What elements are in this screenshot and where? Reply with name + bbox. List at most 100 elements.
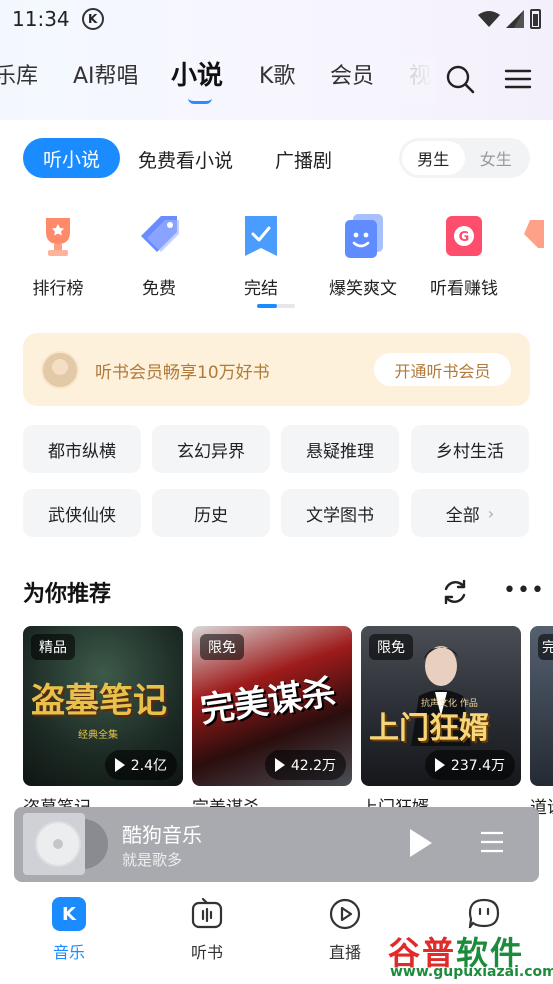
status-indicators [478, 9, 541, 29]
open-vip-button[interactable]: 开通听书会员 [374, 353, 511, 386]
genre-chip[interactable]: 武侠仙侠 [23, 489, 141, 537]
book-tag: 完 [538, 634, 553, 660]
bookmark-check-icon [245, 216, 277, 256]
genre-chip[interactable]: 历史 [152, 489, 270, 537]
novel-sub-tabs: 听小说 免费看小说 广播剧 男生 女生 [0, 136, 553, 180]
status-time: 11:34 [12, 7, 70, 31]
genre-chip[interactable]: 文学图书 [281, 489, 399, 537]
tab-karaoke[interactable]: K歌 [259, 58, 295, 90]
nav-label: 直播 [328, 943, 361, 962]
play-icon [274, 758, 285, 772]
cover-title: 盗墓笔记 [31, 681, 167, 721]
nav-music[interactable]: K 音乐 [29, 897, 109, 963]
signal-icon [506, 10, 524, 28]
vip-banner-text: 听书会员畅享10万好书 [95, 363, 270, 383]
category-label: 完结 [244, 279, 278, 299]
category-ranking[interactable]: 排行榜 [13, 212, 103, 299]
book-tag: 精品 [31, 634, 75, 660]
tab-fade [395, 58, 435, 104]
radio-book-icon [191, 897, 223, 929]
chat-bubble-icon [468, 898, 500, 931]
kugou-status-icon: K [81, 8, 104, 30]
book-card[interactable]: 精品 盗墓笔记 经典全集 2.4亿 [23, 626, 183, 786]
trophy-icon [46, 218, 70, 256]
play-count-value: 2.4亿 [130, 758, 167, 774]
tab-ai-sing[interactable]: AI帮唱 [73, 58, 139, 90]
gender-female-option[interactable]: 女生 [465, 141, 528, 175]
category-funny[interactable]: 爆笑爽文 [318, 212, 408, 299]
battery-icon [530, 9, 541, 29]
gender-male-option[interactable]: 男生 [402, 141, 465, 175]
cover-subtitle: 经典全集 [78, 730, 118, 741]
section-title: 为你推荐 [23, 582, 112, 607]
tab-library[interactable]: 乐库 [0, 58, 38, 90]
menu-icon[interactable] [503, 64, 533, 94]
player-title: 酷狗音乐 [122, 823, 202, 847]
album-cover [23, 813, 85, 875]
play-count: 42.2万 [264, 750, 346, 780]
tab-novel[interactable]: 小说 [171, 55, 223, 92]
genre-chip[interactable]: 都市纵横 [23, 425, 141, 473]
book-card[interactable]: 限免 完美谋杀 42.2万 [192, 626, 352, 786]
category-label: 排行榜 [32, 279, 84, 299]
refresh-icon[interactable] [441, 578, 469, 606]
genre-all-label: 全部 [445, 505, 480, 526]
play-count: 2.4亿 [104, 750, 177, 780]
site-watermark: 谷普软件园 www.gupuxiazai.com [388, 928, 553, 984]
smile-card-icon [345, 214, 383, 258]
coin-card-icon: G [446, 216, 482, 256]
nav-label: 听书 [190, 943, 223, 962]
wifi-icon [478, 11, 500, 27]
subtab-listen-novel[interactable]: 听小说 [23, 138, 120, 178]
book-card[interactable]: 限免 抗声文化 作品 上门狂婿 237.4万 [361, 626, 521, 786]
play-icon [114, 758, 125, 772]
nav-audiobook[interactable]: 听书 [167, 897, 247, 963]
genre-chip[interactable]: 悬疑推理 [281, 425, 399, 473]
cover-subtitle: 抗声文化 作品 [421, 699, 478, 709]
nav-label: 音乐 [52, 943, 85, 962]
category-scroll-indicator [257, 304, 295, 308]
search-icon[interactable] [445, 64, 475, 94]
play-count: 237.4万 [424, 750, 515, 780]
category-label: 免费 [142, 279, 176, 299]
tab-vip[interactable]: 会员 [330, 58, 374, 90]
vip-banner[interactable]: 听书会员畅享10万好书 开通听书会员 [23, 333, 530, 406]
subtab-radio-drama[interactable]: 广播剧 [275, 146, 332, 173]
book-tag: 限免 [369, 634, 413, 660]
disc-hole [53, 839, 63, 849]
book-tag: 限免 [200, 634, 244, 660]
chevron-right-icon: › [487, 503, 495, 523]
category-label: 爆笑爽文 [329, 279, 397, 299]
music-k-icon: K [52, 897, 86, 931]
nav-live[interactable]: 直播 [305, 897, 385, 963]
play-count-value: 42.2万 [290, 758, 336, 774]
play-button[interactable] [410, 829, 432, 857]
subtab-free-read[interactable]: 免费看小说 [138, 146, 233, 173]
tag-icon [141, 216, 179, 252]
svg-text:G: G [459, 230, 470, 245]
book-carousel: 精品 盗墓笔记 经典全集 2.4亿 盗墓笔记 限免 完美谋杀 42.2万 完美谋… [0, 626, 553, 816]
recommend-header: 为你推荐 ••• [23, 576, 544, 610]
category-completed[interactable]: 完结 [216, 212, 306, 299]
watermark-url: www.gupuxiazai.com [390, 964, 553, 980]
genre-chip[interactable]: 乡村生活 [411, 425, 529, 473]
player-subtitle: 就是歌多 [122, 851, 183, 869]
partial-category-icon [524, 220, 544, 248]
play-icon [434, 758, 445, 772]
category-more-partial[interactable] [520, 212, 553, 260]
play-count-value: 237.4万 [450, 758, 505, 774]
genre-chip[interactable]: 玄幻异界 [152, 425, 270, 473]
active-tab-indicator [188, 98, 212, 104]
category-earn[interactable]: G 听看赚钱 [419, 212, 509, 299]
book-card-partial[interactable]: 完 [530, 626, 553, 786]
playlist-icon[interactable] [479, 829, 505, 855]
more-icon[interactable]: ••• [503, 578, 545, 603]
category-row: 排行榜 免费 完结 爆笑爽文 G 听看赚钱 [0, 212, 553, 302]
status-bar: 11:34 K [0, 0, 553, 38]
cover-title: 上门狂婿 [369, 711, 489, 746]
live-play-icon [329, 898, 361, 930]
category-free[interactable]: 免费 [114, 212, 204, 299]
mini-player[interactable]: 酷狗音乐 就是歌多 [14, 807, 539, 882]
genre-all-button[interactable]: 全部 › [411, 489, 529, 537]
avatar [41, 351, 79, 389]
